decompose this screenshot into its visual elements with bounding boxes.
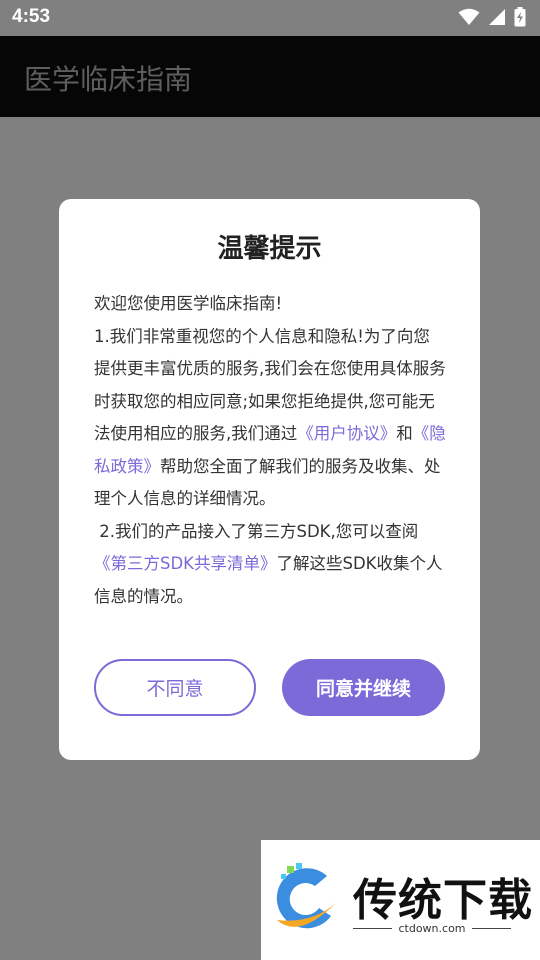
- paragraph-1-and: 和: [396, 424, 413, 443]
- app-bar: 医学临床指南: [0, 36, 540, 117]
- paragraph-1: 1.我们非常重视您的个人信息和隐私!为了向您提供更丰富优质的服务,我们会在您使用…: [94, 321, 446, 516]
- paragraph-2-text-a: 2.我们的产品接入了第三方SDK,您可以查阅: [94, 521, 419, 541]
- watermark-url: ctdown.com: [353, 922, 511, 935]
- disagree-button[interactable]: 不同意: [94, 659, 256, 716]
- signal-icon: [489, 9, 505, 25]
- watermark-brand-name: 传统下载: [353, 875, 533, 926]
- status-time: 4:53: [12, 6, 51, 27]
- agree-continue-button[interactable]: 同意并继续: [282, 659, 445, 716]
- watermark-logo-icon: [276, 863, 337, 929]
- watermark-url-text: ctdown.com: [398, 922, 466, 935]
- greeting-text: 欢迎您使用医学临床指南!: [94, 294, 283, 313]
- privacy-dialog: 温馨提示 欢迎您使用医学临床指南! 1.我们非常重视您的个人信息和隐私!为了向您…: [59, 199, 480, 760]
- wifi-icon: [458, 8, 480, 25]
- dialog-body: 欢迎您使用医学临床指南! 1.我们非常重视您的个人信息和隐私!为了向您提供更丰富…: [94, 288, 446, 613]
- watermark-line-left: [353, 928, 393, 929]
- app-title: 医学临床指南: [24, 63, 193, 96]
- watermark-line-right: [471, 928, 511, 929]
- dialog-title: 温馨提示: [217, 234, 322, 264]
- sdk-list-link[interactable]: 《第三方SDK共享清单》: [94, 554, 277, 573]
- paragraph-2: 2.我们的产品接入了第三方SDK,您可以查阅《第三方SDK共享清单》了解这些SD…: [94, 516, 446, 614]
- user-agreement-link[interactable]: 《用户协议》: [297, 424, 396, 443]
- watermark: 传统下载 ctdown.com: [261, 840, 540, 960]
- battery-charging-icon: [514, 7, 526, 27]
- status-bar: 4:53: [0, 0, 540, 36]
- status-icons: [458, 7, 526, 27]
